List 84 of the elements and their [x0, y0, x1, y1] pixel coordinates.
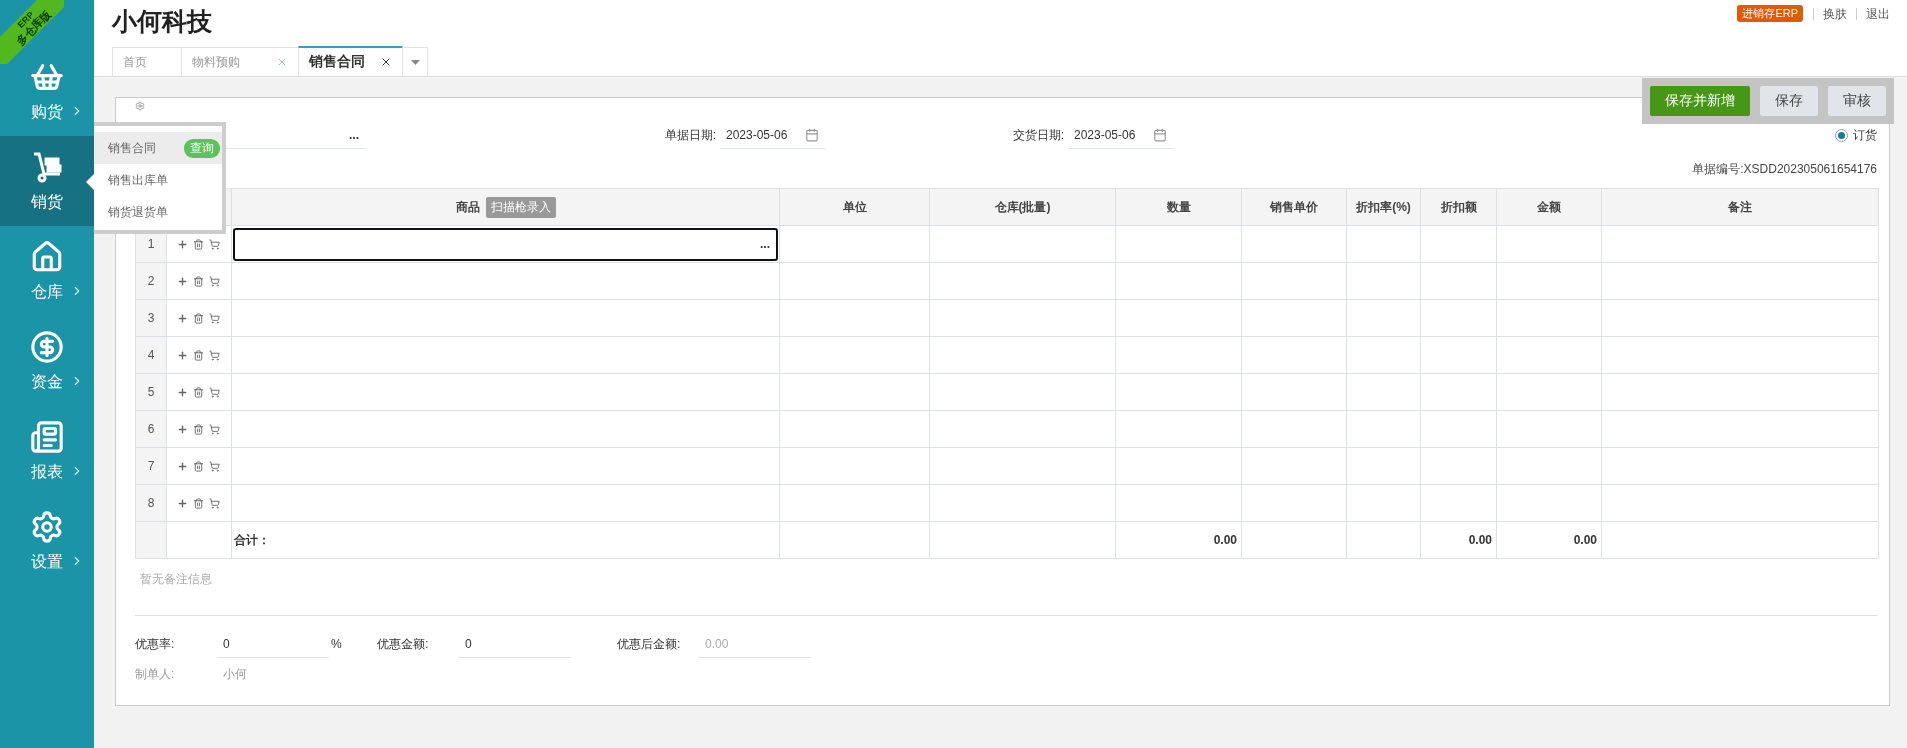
delete-icon[interactable] — [193, 460, 204, 472]
delete-icon[interactable] — [193, 497, 204, 509]
cart-icon[interactable] — [209, 349, 220, 361]
cart-icon[interactable] — [209, 238, 220, 250]
column-header: 备注 — [1601, 188, 1879, 226]
delete-icon[interactable] — [193, 423, 204, 435]
date-field[interactable]: 2023-05-06 — [720, 121, 825, 149]
calendar-icon[interactable] — [805, 127, 819, 142]
house-icon — [30, 239, 64, 274]
report-icon — [30, 419, 64, 454]
field-label: 优惠率: — [135, 635, 176, 653]
close-icon[interactable] — [380, 56, 392, 68]
order-radio[interactable]: 订货 — [1835, 126, 1877, 144]
row-number: 1 — [146, 237, 156, 251]
sidebar-item[interactable]: 仓库 — [0, 226, 94, 316]
add-row-icon[interactable] — [177, 460, 188, 472]
row-number: 8 — [146, 496, 156, 510]
tab-menu-button[interactable] — [402, 47, 428, 76]
delete-icon[interactable] — [193, 349, 204, 361]
picker-button[interactable]: ... — [760, 237, 770, 251]
field-label: 交货日期: — [1011, 126, 1065, 144]
delete-icon[interactable] — [193, 312, 204, 324]
save-and-new-button[interactable]: 保存并新增 — [1650, 86, 1750, 116]
cart-icon[interactable] — [209, 275, 220, 287]
column-header: 折扣额 — [1420, 188, 1497, 226]
document-number: 单据编号:XSDD202305061654176 — [1692, 161, 1877, 178]
add-row-icon[interactable] — [177, 275, 188, 287]
settings-icon — [30, 509, 64, 544]
toolbar-button[interactable]: 审核 — [1828, 86, 1886, 116]
add-row-icon[interactable] — [177, 312, 188, 324]
field-label: 单据日期: — [663, 126, 717, 144]
sidebar-item[interactable]: 报表 — [0, 406, 94, 496]
field-label: 优惠后金额: — [617, 635, 682, 653]
row-number: 3 — [146, 311, 156, 325]
sidebar-item[interactable]: 设置 — [0, 496, 94, 586]
picker-button[interactable]: ... — [349, 127, 359, 142]
sidebar-item[interactable]: 资金 — [0, 316, 94, 406]
product-input[interactable]: ... — [233, 227, 778, 261]
column-header: 数量 — [1115, 188, 1242, 226]
unit-label: % — [331, 637, 343, 651]
add-row-icon[interactable] — [177, 349, 188, 361]
column-header: 销售单价 — [1241, 188, 1347, 226]
cart-icon[interactable] — [209, 312, 220, 324]
add-row-icon[interactable] — [177, 423, 188, 435]
header-link[interactable]: 退出 — [1856, 7, 1899, 20]
add-row-icon[interactable] — [177, 238, 188, 250]
sidebar-item[interactable]: 销货 — [0, 136, 94, 226]
column-header: 仓库(批量) — [929, 188, 1116, 226]
sidebar-item[interactable]: 购货 — [0, 46, 94, 136]
delete-icon[interactable] — [193, 238, 204, 250]
field-label: 制单人: — [135, 666, 176, 683]
add-row-icon[interactable] — [177, 386, 188, 398]
cart-icon[interactable] — [209, 423, 220, 435]
total-value: 0.00 — [1212, 533, 1238, 547]
total-value: 0.00 — [1572, 533, 1598, 547]
dollar-icon — [30, 329, 64, 364]
date-field[interactable]: 2023-05-06 — [1068, 121, 1173, 149]
submenu-item[interactable]: 销售合同 查询 — [94, 132, 222, 164]
column-header: 金额 — [1496, 188, 1602, 226]
column-header: 折扣率(%) — [1346, 188, 1421, 226]
add-row-icon[interactable] — [177, 497, 188, 509]
row-number: 7 — [146, 459, 156, 473]
column-header: 单位 — [779, 188, 930, 226]
column-header: 商品 扫描枪录入 — [231, 188, 780, 226]
row-number: 4 — [146, 348, 156, 362]
product-badge: 进销存ERP — [1737, 5, 1803, 22]
total-label: 合计： — [233, 531, 271, 549]
settings-icon[interactable] — [135, 101, 145, 111]
cart-icon[interactable] — [209, 460, 220, 472]
header-link[interactable]: 换肤 — [1813, 7, 1856, 20]
row-number: 2 — [146, 274, 156, 288]
caret-icon — [410, 59, 420, 65]
row-number: 6 — [146, 422, 156, 436]
company-title: 小何科技 — [112, 6, 212, 37]
cart-icon[interactable] — [209, 386, 220, 398]
calendar-icon[interactable] — [1153, 127, 1167, 142]
delete-icon[interactable] — [193, 275, 204, 287]
delete-icon[interactable] — [193, 386, 204, 398]
row-number: 5 — [146, 385, 156, 399]
cart-icon[interactable] — [209, 497, 220, 509]
field-label: 优惠金额: — [377, 635, 430, 653]
total-value: 0.00 — [1467, 533, 1493, 547]
creator-name: 小何 — [222, 666, 247, 683]
toolbar-button[interactable]: 保存 — [1760, 86, 1818, 116]
